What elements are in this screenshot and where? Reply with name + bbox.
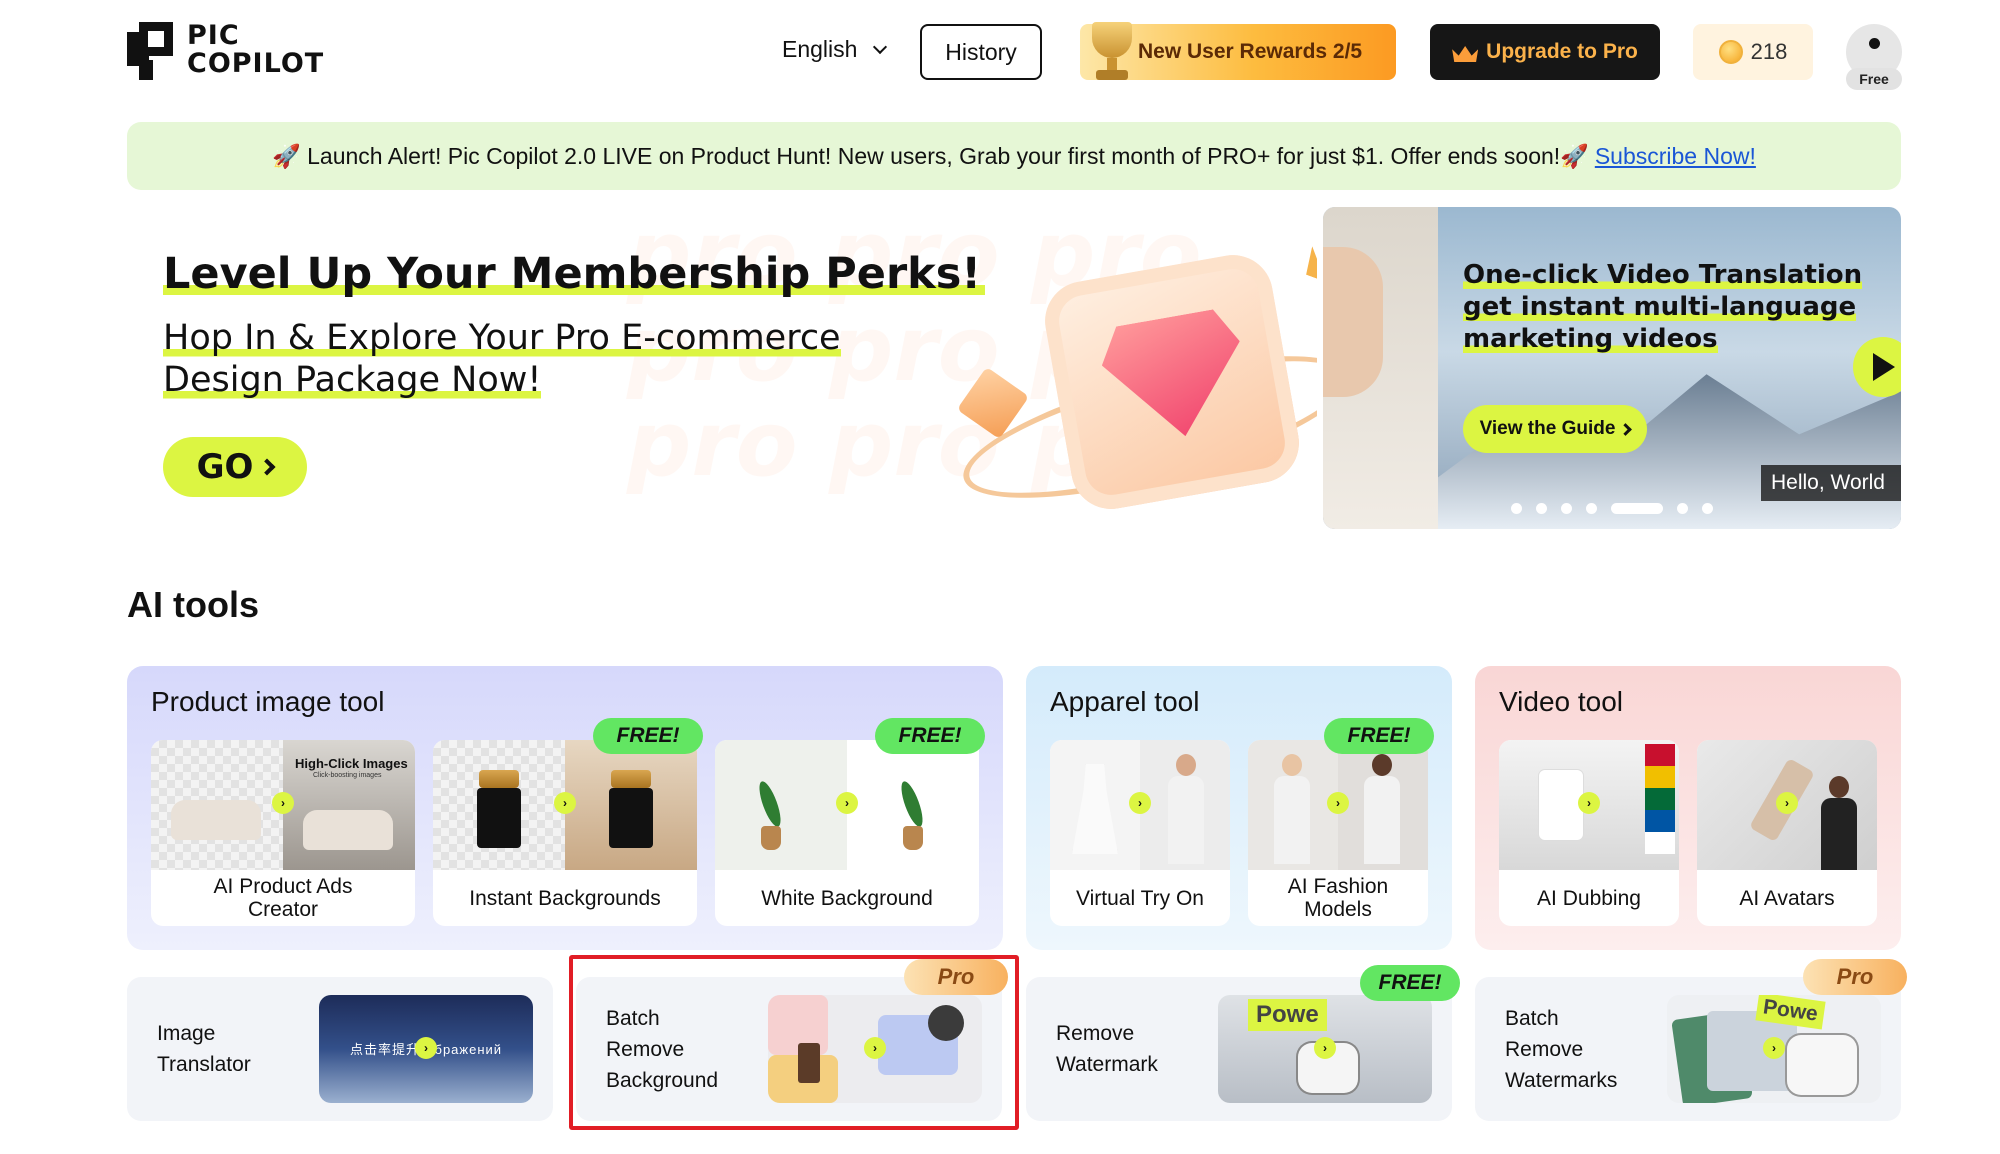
video-banner-title: One-click Video Translation get instant …: [1463, 260, 1863, 354]
video-caption: Hello, World: [1761, 465, 1901, 501]
play-icon[interactable]: [1853, 337, 1901, 397]
arrow-icon: ›: [1129, 792, 1151, 814]
category-title: Video tool: [1499, 686, 1624, 717]
carousel-dot[interactable]: [1536, 503, 1547, 514]
logo-icon: [127, 20, 177, 80]
free-badge: FREE!: [1360, 965, 1460, 1001]
upgrade-to-pro-button[interactable]: Upgrade to Pro: [1430, 24, 1660, 80]
tool-thumbnail: High-Click Images Click-boosting images …: [151, 740, 415, 870]
rewards-label: New User Rewards 2/5: [1138, 40, 1363, 63]
tool-label: AI Dubbing: [1537, 886, 1641, 910]
arrow-icon: ›: [1763, 1037, 1785, 1059]
tool-white-background[interactable]: › White Background FREE!: [715, 718, 985, 926]
carousel-dot[interactable]: [1677, 503, 1688, 514]
coin-icon: [1718, 40, 1743, 64]
ai-tools-heading: AI tools: [127, 584, 259, 625]
new-user-rewards-button[interactable]: New User Rewards 2/5: [1080, 22, 1396, 80]
video-translation-banner[interactable]: One-click Video Translation get instant …: [1323, 207, 1901, 529]
upgrade-label: Upgrade to Pro: [1486, 40, 1638, 63]
free-badge: FREE!: [593, 718, 703, 754]
tool-label: Remove Watermark: [1056, 1022, 1158, 1076]
tool-thumbnail: ›: [715, 740, 979, 870]
carousel-dot[interactable]: [1561, 503, 1572, 514]
highlight-box: [569, 955, 1019, 1130]
logo-text: PIC COPILOT: [187, 20, 325, 79]
tool-label: White Background: [761, 886, 933, 910]
top-header: PIC COPILOT English History New User Rew…: [0, 0, 2000, 110]
tool-ai-product-ads-creator[interactable]: High-Click Images Click-boosting images …: [151, 740, 415, 926]
tool-image-translator[interactable]: ImageTranslator 点击率提升 · бражений ›: [127, 977, 553, 1121]
announcement-bar: 🚀 Launch Alert! Pic Copilot 2.0 LIVE on …: [127, 122, 1901, 190]
tool-ai-dubbing[interactable]: › AI Dubbing: [1499, 740, 1679, 926]
language-label: English: [782, 36, 858, 62]
tool-label: AI Avatars: [1739, 886, 1835, 910]
tool-ai-avatars[interactable]: › AI Avatars: [1697, 740, 1877, 926]
carousel-dot-active[interactable]: [1611, 503, 1663, 514]
arrow-icon: ›: [1327, 792, 1349, 814]
arrow-icon: ›: [1314, 1037, 1336, 1059]
tool-batch-remove-watermarks[interactable]: Batch Remove Watermarks Powe › Pro: [1475, 959, 1907, 1121]
tool-instant-backgrounds[interactable]: › Instant Backgrounds FREE!: [433, 718, 703, 926]
carousel-dot[interactable]: [1586, 503, 1597, 514]
apparel-tool-category: Apparel tool › Virtual Try On › AI Fashi…: [1026, 666, 1452, 950]
logo[interactable]: PIC COPILOT: [127, 20, 324, 80]
credits-balance[interactable]: 218: [1693, 24, 1813, 80]
trophy-icon: [1082, 18, 1142, 84]
arrow-icon: ›: [836, 792, 858, 814]
language-selector[interactable]: English: [782, 36, 888, 63]
tool-label: AI Product Ads Creator: [213, 875, 353, 921]
carousel-dots[interactable]: [1511, 503, 1713, 514]
product-image-tool-category: Product image tool High-Click Images Cli…: [127, 666, 1003, 950]
carousel-dot[interactable]: [1511, 503, 1522, 514]
chevron-right-icon: [1619, 422, 1633, 436]
chevron-right-icon: [258, 458, 276, 476]
hero-title: Level Up Your Membership Perks!: [163, 249, 985, 299]
chevron-down-icon: [873, 39, 888, 54]
credits-count: 218: [1750, 39, 1788, 64]
tool-label: Batch Remove Watermarks: [1505, 1006, 1618, 1092]
tool-label: AI Fashion Models: [1287, 875, 1389, 921]
membership-hero-banner[interactable]: pro pro pro pro pro pro pro pro pro Leve…: [127, 207, 1317, 529]
pro-badge: Pro: [1803, 959, 1907, 995]
tool-ai-fashion-models[interactable]: › AI Fashion Models FREE!: [1248, 718, 1434, 926]
video-tool-category: Video tool › AI Dubbing › AI Avatars: [1475, 666, 1901, 950]
tool-thumbnail: ›: [433, 740, 697, 870]
category-title: Apparel tool: [1050, 686, 1200, 717]
tool-thumbnail: ›: [1050, 740, 1230, 870]
go-button[interactable]: GO: [163, 437, 307, 497]
tool-thumbnail: ›: [1697, 740, 1877, 870]
tool-virtual-try-on[interactable]: › Virtual Try On: [1050, 740, 1230, 926]
tool-thumbnail: ›: [1248, 740, 1428, 870]
arrow-icon: ›: [1776, 792, 1798, 814]
video-thumbnail-left: [1323, 207, 1438, 529]
tool-label: Virtual Try On: [1076, 886, 1204, 910]
plan-badge: Free: [1846, 68, 1902, 90]
arrow-icon: ›: [415, 1037, 437, 1059]
tool-remove-watermark[interactable]: Remove Watermark Powe › FREE!: [1026, 965, 1460, 1121]
crown-icon: [1452, 42, 1478, 62]
tool-thumbnail: Powe ›: [1667, 995, 1881, 1103]
carousel-dot[interactable]: [1702, 503, 1713, 514]
category-title: Product image tool: [151, 686, 385, 717]
history-button[interactable]: History: [920, 24, 1042, 80]
view-guide-button[interactable]: View the Guide: [1463, 405, 1647, 453]
crown-gem-illustration: [947, 227, 1317, 528]
free-badge: FREE!: [1324, 718, 1434, 754]
user-icon: [1869, 38, 1880, 49]
tool-thumbnail: 点击率提升 · бражений ›: [319, 995, 533, 1103]
tool-label: Image Translator: [157, 1022, 251, 1076]
arrow-icon: ›: [554, 792, 576, 814]
subscribe-link[interactable]: Subscribe Now!: [1595, 143, 1756, 170]
announcement-text: 🚀 Launch Alert! Pic Copilot 2.0 LIVE on …: [272, 142, 1589, 169]
tool-thumbnail: ›: [1499, 740, 1679, 870]
tool-label: Instant Backgrounds: [469, 886, 661, 910]
free-badge: FREE!: [875, 718, 985, 754]
tool-thumbnail: Powe ›: [1218, 995, 1432, 1103]
hero-subtitle: Hop In & Explore Your Pro E-commerce Des…: [163, 318, 841, 400]
arrow-icon: ›: [272, 792, 294, 814]
arrow-icon: ›: [1578, 792, 1600, 814]
